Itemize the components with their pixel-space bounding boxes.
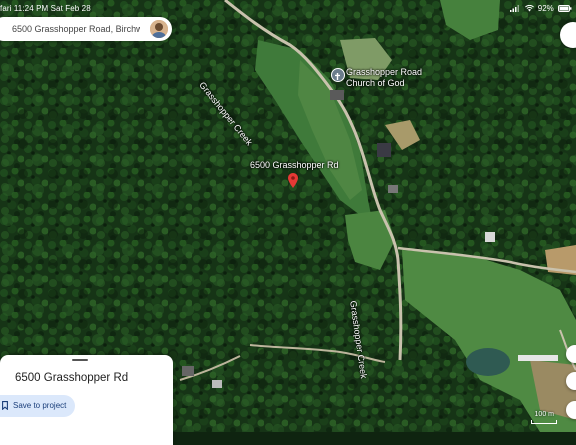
battery-icon <box>558 5 572 13</box>
sheet-handle[interactable] <box>72 359 88 361</box>
save-to-project-button[interactable]: Save to project <box>0 395 75 417</box>
location-pin-icon[interactable] <box>288 173 298 188</box>
church-poi-icon[interactable] <box>331 68 345 82</box>
pin-label: 6500 Grasshopper Rd <box>250 160 339 170</box>
save-to-project-label: Save to project <box>13 401 67 410</box>
church-label[interactable]: Grasshopper Road Church of God <box>346 67 422 89</box>
bookmark-icon <box>2 401 8 410</box>
status-right: 92% <box>510 4 572 13</box>
avatar[interactable] <box>150 20 168 38</box>
place-title: 6500 Grasshopper Rd <box>15 372 129 384</box>
status-left: fari 11:24 PM Sat Feb 28 <box>0 4 91 13</box>
scale-line <box>530 420 557 424</box>
scale-bar: 100 m <box>530 411 557 424</box>
cross-icon <box>335 73 340 80</box>
church-label-line2: Church of God <box>346 78 405 88</box>
status-bar: fari 11:24 PM Sat Feb 28 92% <box>0 0 576 16</box>
wifi-icon <box>524 5 534 12</box>
battery-percent: 92% <box>537 4 554 13</box>
scale-label: 100 m <box>534 411 554 418</box>
cellular-icon <box>510 5 520 13</box>
search-bar[interactable]: 6500 Grasshopper Road, Birchwood <box>0 17 172 41</box>
search-query[interactable]: 6500 Grasshopper Road, Birchwood <box>12 24 140 34</box>
church-label-line1: Grasshopper Road <box>346 67 423 77</box>
avatar-icon <box>150 20 168 38</box>
